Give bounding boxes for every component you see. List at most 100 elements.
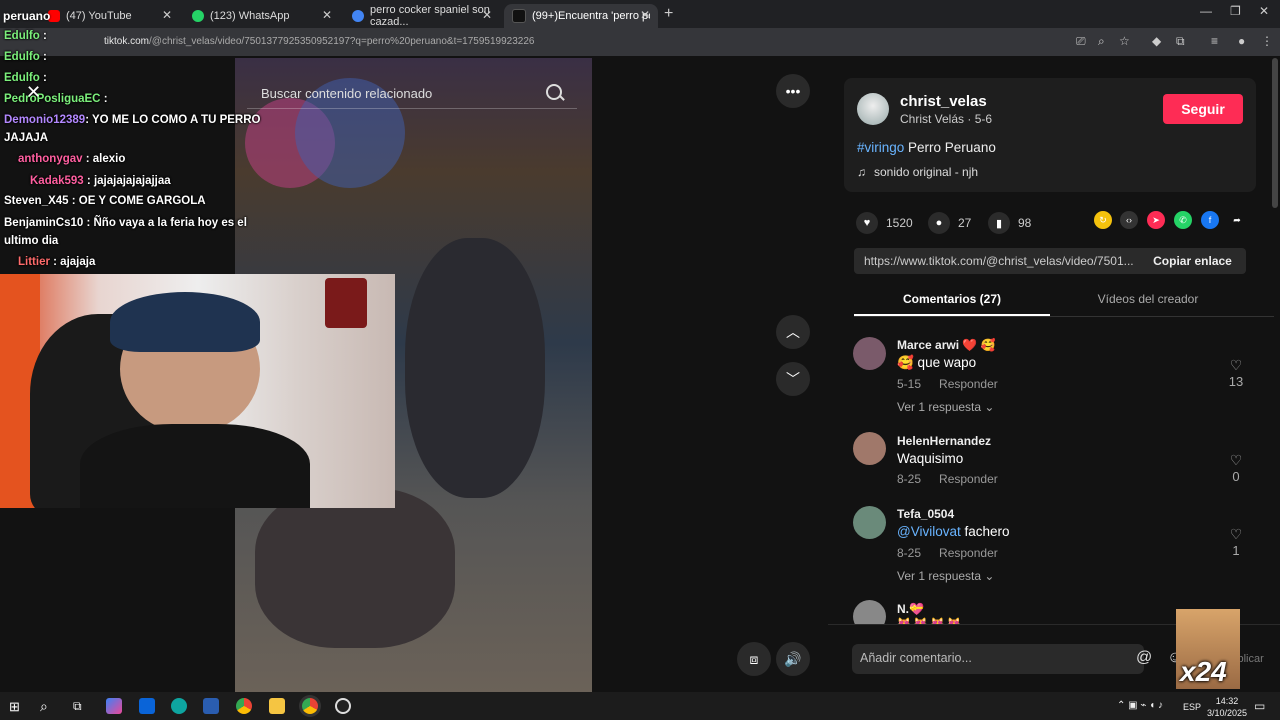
close-icon[interactable]: ✕ [482, 8, 492, 22]
tab-label: (47) YouTube [66, 10, 132, 22]
floating-player-button[interactable]: ⧈ [737, 642, 771, 676]
view-replies-button[interactable]: Ver 1 respuesta ⌄ [897, 569, 994, 583]
scrollbar[interactable] [1272, 58, 1278, 208]
comment-like-count: 13 [1228, 374, 1244, 389]
reply-button[interactable]: Responder [939, 472, 998, 486]
whatsapp-share-icon[interactable]: ✆ [1174, 211, 1192, 229]
search-taskbar-icon[interactable]: ⌕ [40, 698, 48, 715]
comment-like[interactable]: ♡ 13 [1226, 357, 1246, 389]
sound-link[interactable]: ♫ sonido original - njh [857, 165, 978, 179]
comment-stat[interactable]: ● 27 [928, 212, 971, 234]
clock-time[interactable]: 14:32 [1212, 696, 1242, 706]
embed-icon[interactable]: ‹› [1120, 211, 1138, 229]
profile-icon[interactable]: ● [1238, 34, 1245, 48]
comment-username[interactable]: Marce arwi ❤️ 🥰 [897, 338, 996, 352]
tab-creator-videos[interactable]: Vídeos del creador [1050, 292, 1246, 306]
pip-icon: ⧈ [749, 650, 759, 667]
chat-message: ultimo dia [4, 235, 59, 247]
outlook-icon[interactable] [139, 698, 155, 714]
tab-google[interactable]: perro cocker spaniel son cazad... ✕ [344, 4, 500, 28]
mention-link[interactable]: @Vivilovat [897, 524, 961, 539]
bookmark-icon: ▮ [988, 212, 1010, 234]
chat-message: : [42, 30, 47, 42]
like-stat[interactable]: ♥ 1520 [856, 212, 913, 234]
tab-tiktok[interactable]: (99+)Encuentra 'perro peruano' ✕ [504, 4, 658, 28]
comment-meta: 8-25 Responder [897, 546, 1016, 560]
chat-message: : alexio [85, 153, 126, 165]
commenter-avatar[interactable] [853, 337, 886, 370]
window-close-icon[interactable]: ✕ [1259, 4, 1269, 18]
author-avatar[interactable] [857, 93, 889, 125]
comment-username[interactable]: HelenHernandez [897, 434, 991, 448]
puzzle-icon[interactable]: ⧉ [1176, 34, 1185, 49]
close-icon[interactable]: ✕ [640, 8, 650, 22]
chat-line: ultimo dia [4, 235, 58, 247]
windows-start-icon[interactable]: ⊞ [9, 699, 20, 715]
next-video-button[interactable]: ﹀ [776, 362, 810, 396]
follow-button[interactable]: Seguir [1163, 94, 1243, 124]
previous-video-button[interactable]: ︿ [776, 315, 810, 349]
comment-text: 🥰 que wapo [897, 355, 977, 370]
share-arrow-icon[interactable]: ➦ [1228, 211, 1246, 229]
comment-placeholder: Añadir comentario... [860, 651, 972, 665]
close-icon[interactable]: ✕ [322, 8, 332, 22]
chat-message: : jajajajajajajjaa [86, 175, 171, 187]
close-icon[interactable]: ✕ [162, 8, 172, 22]
task-view-icon[interactable]: ⧉ [73, 699, 82, 714]
active-tab-indicator [854, 314, 1050, 316]
search-icon[interactable] [546, 84, 562, 100]
comment-like-count: 0 [1232, 469, 1240, 484]
new-tab-icon[interactable]: + [664, 5, 673, 23]
cast-icon[interactable]: ⎚ [1076, 34, 1086, 49]
menu-kebab-icon[interactable]: ⋮ [1261, 34, 1273, 48]
mention-at-icon[interactable]: @ [1136, 649, 1152, 667]
hashtag-link[interactable]: #viringo [857, 140, 904, 155]
edge-icon[interactable] [171, 698, 187, 714]
copilot-icon[interactable] [106, 698, 122, 714]
facebook-share-icon[interactable]: f [1201, 211, 1219, 229]
commenter-avatar[interactable] [853, 432, 886, 465]
save-stat[interactable]: ▮ 98 [988, 212, 1031, 234]
chat-line: Kadak593 : jajajajajajajjaa [4, 175, 171, 187]
minimize-icon[interactable]: — [1200, 4, 1212, 18]
file-explorer-icon[interactable] [269, 698, 285, 714]
author-username[interactable]: christ_velas [900, 93, 987, 110]
comment-username[interactable]: Tefa_0504 [897, 507, 954, 521]
volume-button[interactable]: 🔊 [776, 642, 810, 676]
reply-button[interactable]: Responder [939, 546, 998, 560]
comment-meta: 8-25 Responder [897, 472, 1016, 486]
reply-button[interactable]: Responder [939, 377, 998, 391]
streamer-cap [110, 292, 260, 352]
tab-comments[interactable]: Comentarios (27) [854, 292, 1050, 306]
store-icon[interactable] [203, 698, 219, 714]
tray-icons[interactable]: ⌃ ▣ ⌁ ◖ ♪ [1117, 700, 1163, 711]
chat-user: Steven_X45 [4, 195, 69, 207]
restore-icon[interactable]: ❐ [1230, 4, 1241, 18]
extension-icon[interactable]: ◆ [1152, 34, 1161, 48]
send-icon[interactable]: ➤ [1147, 211, 1165, 229]
comment-username[interactable]: N.💝 [897, 602, 924, 616]
comment-like[interactable]: ♡ 0 [1226, 452, 1246, 484]
comment-icon: ● [928, 212, 950, 234]
tab-whatsapp[interactable]: (123) WhatsApp ✕ [184, 4, 340, 28]
more-options-button[interactable]: ••• [776, 74, 810, 108]
comment-like[interactable]: ♡ 1 [1226, 526, 1246, 558]
media-icon[interactable]: ≡ [1211, 34, 1218, 48]
obs-icon[interactable] [335, 698, 351, 714]
copy-link-button[interactable]: Copiar enlace [1139, 248, 1246, 274]
comment-date: 8-25 [897, 472, 922, 486]
commenter-avatar[interactable] [853, 506, 886, 539]
clock-date[interactable]: 3/10/2025 [1206, 708, 1248, 718]
zoom-icon[interactable]: ⌕ [1098, 34, 1105, 49]
chrome-icon[interactable] [236, 698, 252, 714]
language-indicator[interactable]: ESP [1183, 702, 1201, 712]
repost-icon[interactable]: ↻ [1094, 211, 1112, 229]
bookmark-star-icon[interactable]: ☆ [1119, 34, 1130, 48]
notification-icon[interactable]: ▭ [1254, 699, 1265, 713]
chat-user: BenjaminCs10 [4, 217, 84, 229]
chrome-active-icon[interactable] [302, 698, 318, 714]
close-icon[interactable]: ✕ [26, 82, 41, 103]
tab-youtube[interactable]: (47) YouTube ✕ [40, 4, 180, 28]
view-replies-button[interactable]: Ver 1 respuesta ⌄ [897, 400, 994, 414]
comment-count: 27 [958, 216, 972, 230]
